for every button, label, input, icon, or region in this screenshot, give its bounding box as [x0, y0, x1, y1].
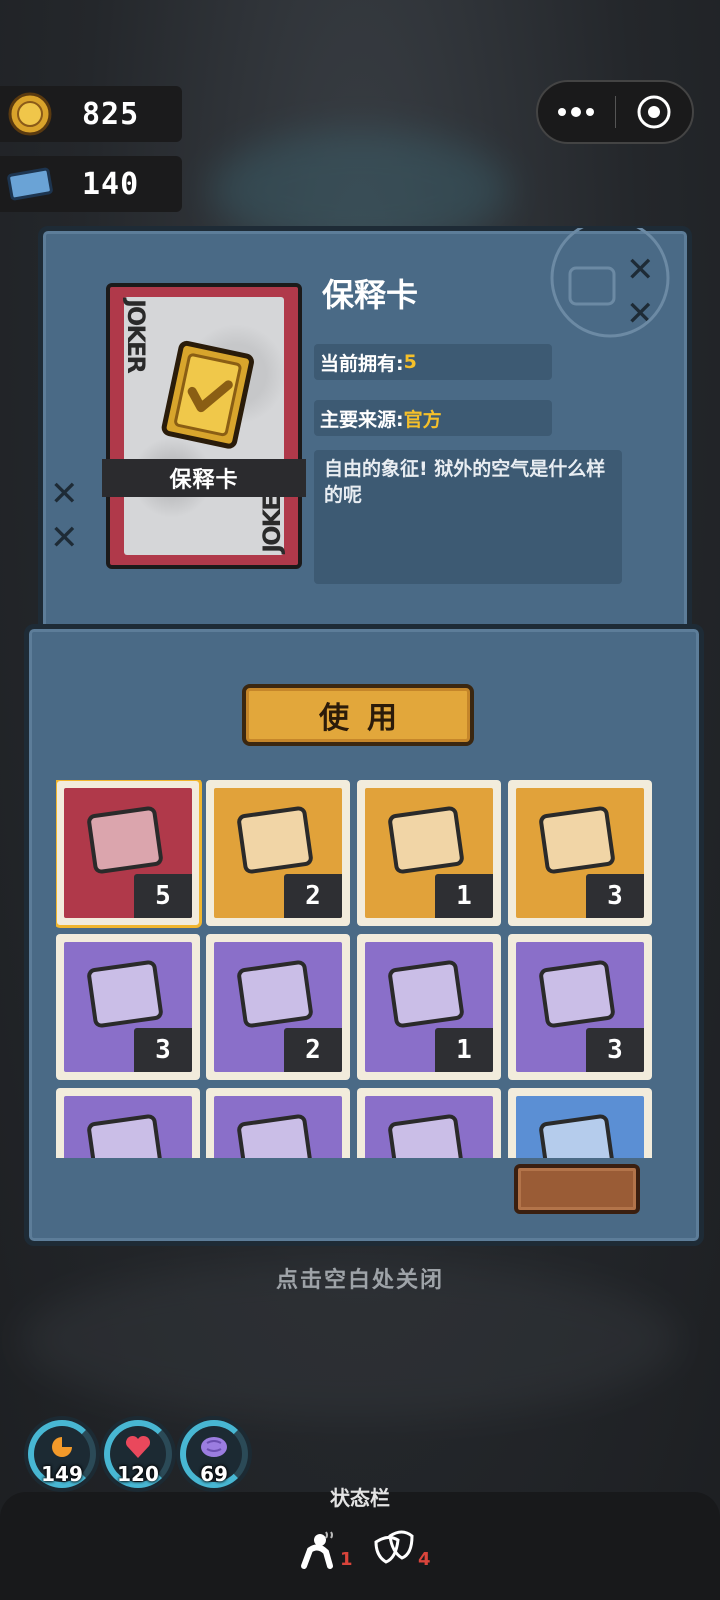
use-button[interactable]: 使用 — [242, 684, 474, 746]
coin-counter: 825 — [0, 86, 182, 142]
source-row: 主要来源: 官方 — [314, 400, 552, 436]
inventory-grid: 5 2 1 3 3 2 1 3 — [56, 780, 666, 1158]
inventory-item-item-9[interactable] — [56, 1088, 200, 1158]
item-description: 自由的象征! 狱外的空气是什么样的呢 — [314, 450, 622, 584]
owned-value: 5 — [403, 351, 417, 373]
card-label: 保释卡 — [102, 459, 306, 497]
status-effect-count: 1 — [340, 1549, 353, 1570]
mini-program-capsule — [536, 80, 694, 144]
item-title: 保释卡 — [322, 276, 419, 314]
masks-icon — [374, 1530, 414, 1564]
item-count: 2 — [284, 874, 342, 918]
paw-map-icon — [237, 806, 313, 874]
item-count: 3 — [586, 874, 644, 918]
item-count: 3 — [586, 1028, 644, 1072]
item-count: 5 — [134, 874, 192, 918]
first-aid-kit-icon — [388, 960, 464, 1028]
source-value: 官方 — [403, 408, 442, 431]
cross-decoration-icon: ✕ — [50, 518, 79, 558]
status-effect-tired[interactable]: 1 — [296, 1528, 353, 1570]
inventory-item-id-card[interactable]: 2 — [206, 934, 350, 1080]
gold-coin-icon — [6, 90, 54, 138]
stat-hunger[interactable]: 149 — [24, 1416, 100, 1492]
inventory-item-medical-card[interactable]: 3 — [508, 780, 652, 926]
blue-ticket-icon — [6, 160, 54, 208]
item-11-icon — [388, 1114, 464, 1158]
item-count: 1 — [435, 874, 493, 918]
item-count: 3 — [134, 1028, 192, 1072]
bail-card-icon — [161, 340, 254, 449]
status-bar-title: 状态栏 — [330, 1486, 390, 1510]
inventory-item-green-book[interactable]: 3 — [508, 934, 652, 1080]
film-reel-icon — [388, 806, 464, 874]
item-9-icon — [87, 1114, 163, 1158]
more-dots-icon[interactable] — [538, 82, 615, 142]
tired-person-icon — [301, 1531, 333, 1569]
ticket-value: 140 — [82, 166, 140, 202]
item-10-icon — [237, 1114, 313, 1158]
inventory-item-film-reel[interactable]: 1 — [357, 780, 501, 926]
inventory-item-item-11[interactable] — [357, 1088, 501, 1158]
item-count: 2 — [284, 1028, 342, 1072]
inventory-item-first-aid-kit[interactable]: 1 — [357, 934, 501, 1080]
inventory-item-blue-ticket[interactable]: 3 — [56, 934, 200, 1080]
inventory-item-bail-card[interactable]: 5 — [56, 780, 202, 928]
item-count: 1 — [435, 1028, 493, 1072]
bail-card-icon — [87, 806, 163, 874]
item-12-icon — [539, 1114, 615, 1158]
ticket-counter: 140 — [0, 156, 182, 212]
inventory-item-item-10[interactable] — [206, 1088, 350, 1158]
target-circle-icon[interactable] — [616, 82, 693, 142]
owned-row: 当前拥有: 5 — [314, 344, 552, 380]
circle-decoration-icon — [550, 228, 670, 338]
green-book-icon — [539, 960, 615, 1028]
owned-label: 当前拥有: — [320, 352, 404, 375]
card-corner-text: JOKER — [122, 299, 150, 372]
stat-mind[interactable]: 69 — [176, 1416, 252, 1492]
inventory-item-paw-map[interactable]: 2 — [206, 780, 350, 926]
blue-ticket-icon — [87, 960, 163, 1028]
close-hint: 点击空白处关闭 — [275, 1268, 444, 1293]
wooden-button[interactable] — [514, 1164, 640, 1214]
medical-card-icon — [539, 806, 615, 874]
status-effect-count: 4 — [418, 1549, 431, 1570]
cross-decoration-icon: ✕ — [50, 474, 79, 514]
id-card-icon — [237, 960, 313, 1028]
status-effect-masks[interactable]: 4 — [372, 1528, 431, 1570]
source-label: 主要来源: — [320, 408, 404, 431]
stat-health[interactable]: 120 — [100, 1416, 176, 1492]
item-card-preview: JOKER JOKER 保释卡 — [102, 283, 306, 569]
inventory-item-item-12[interactable] — [508, 1088, 652, 1158]
coin-value: 825 — [82, 96, 140, 132]
